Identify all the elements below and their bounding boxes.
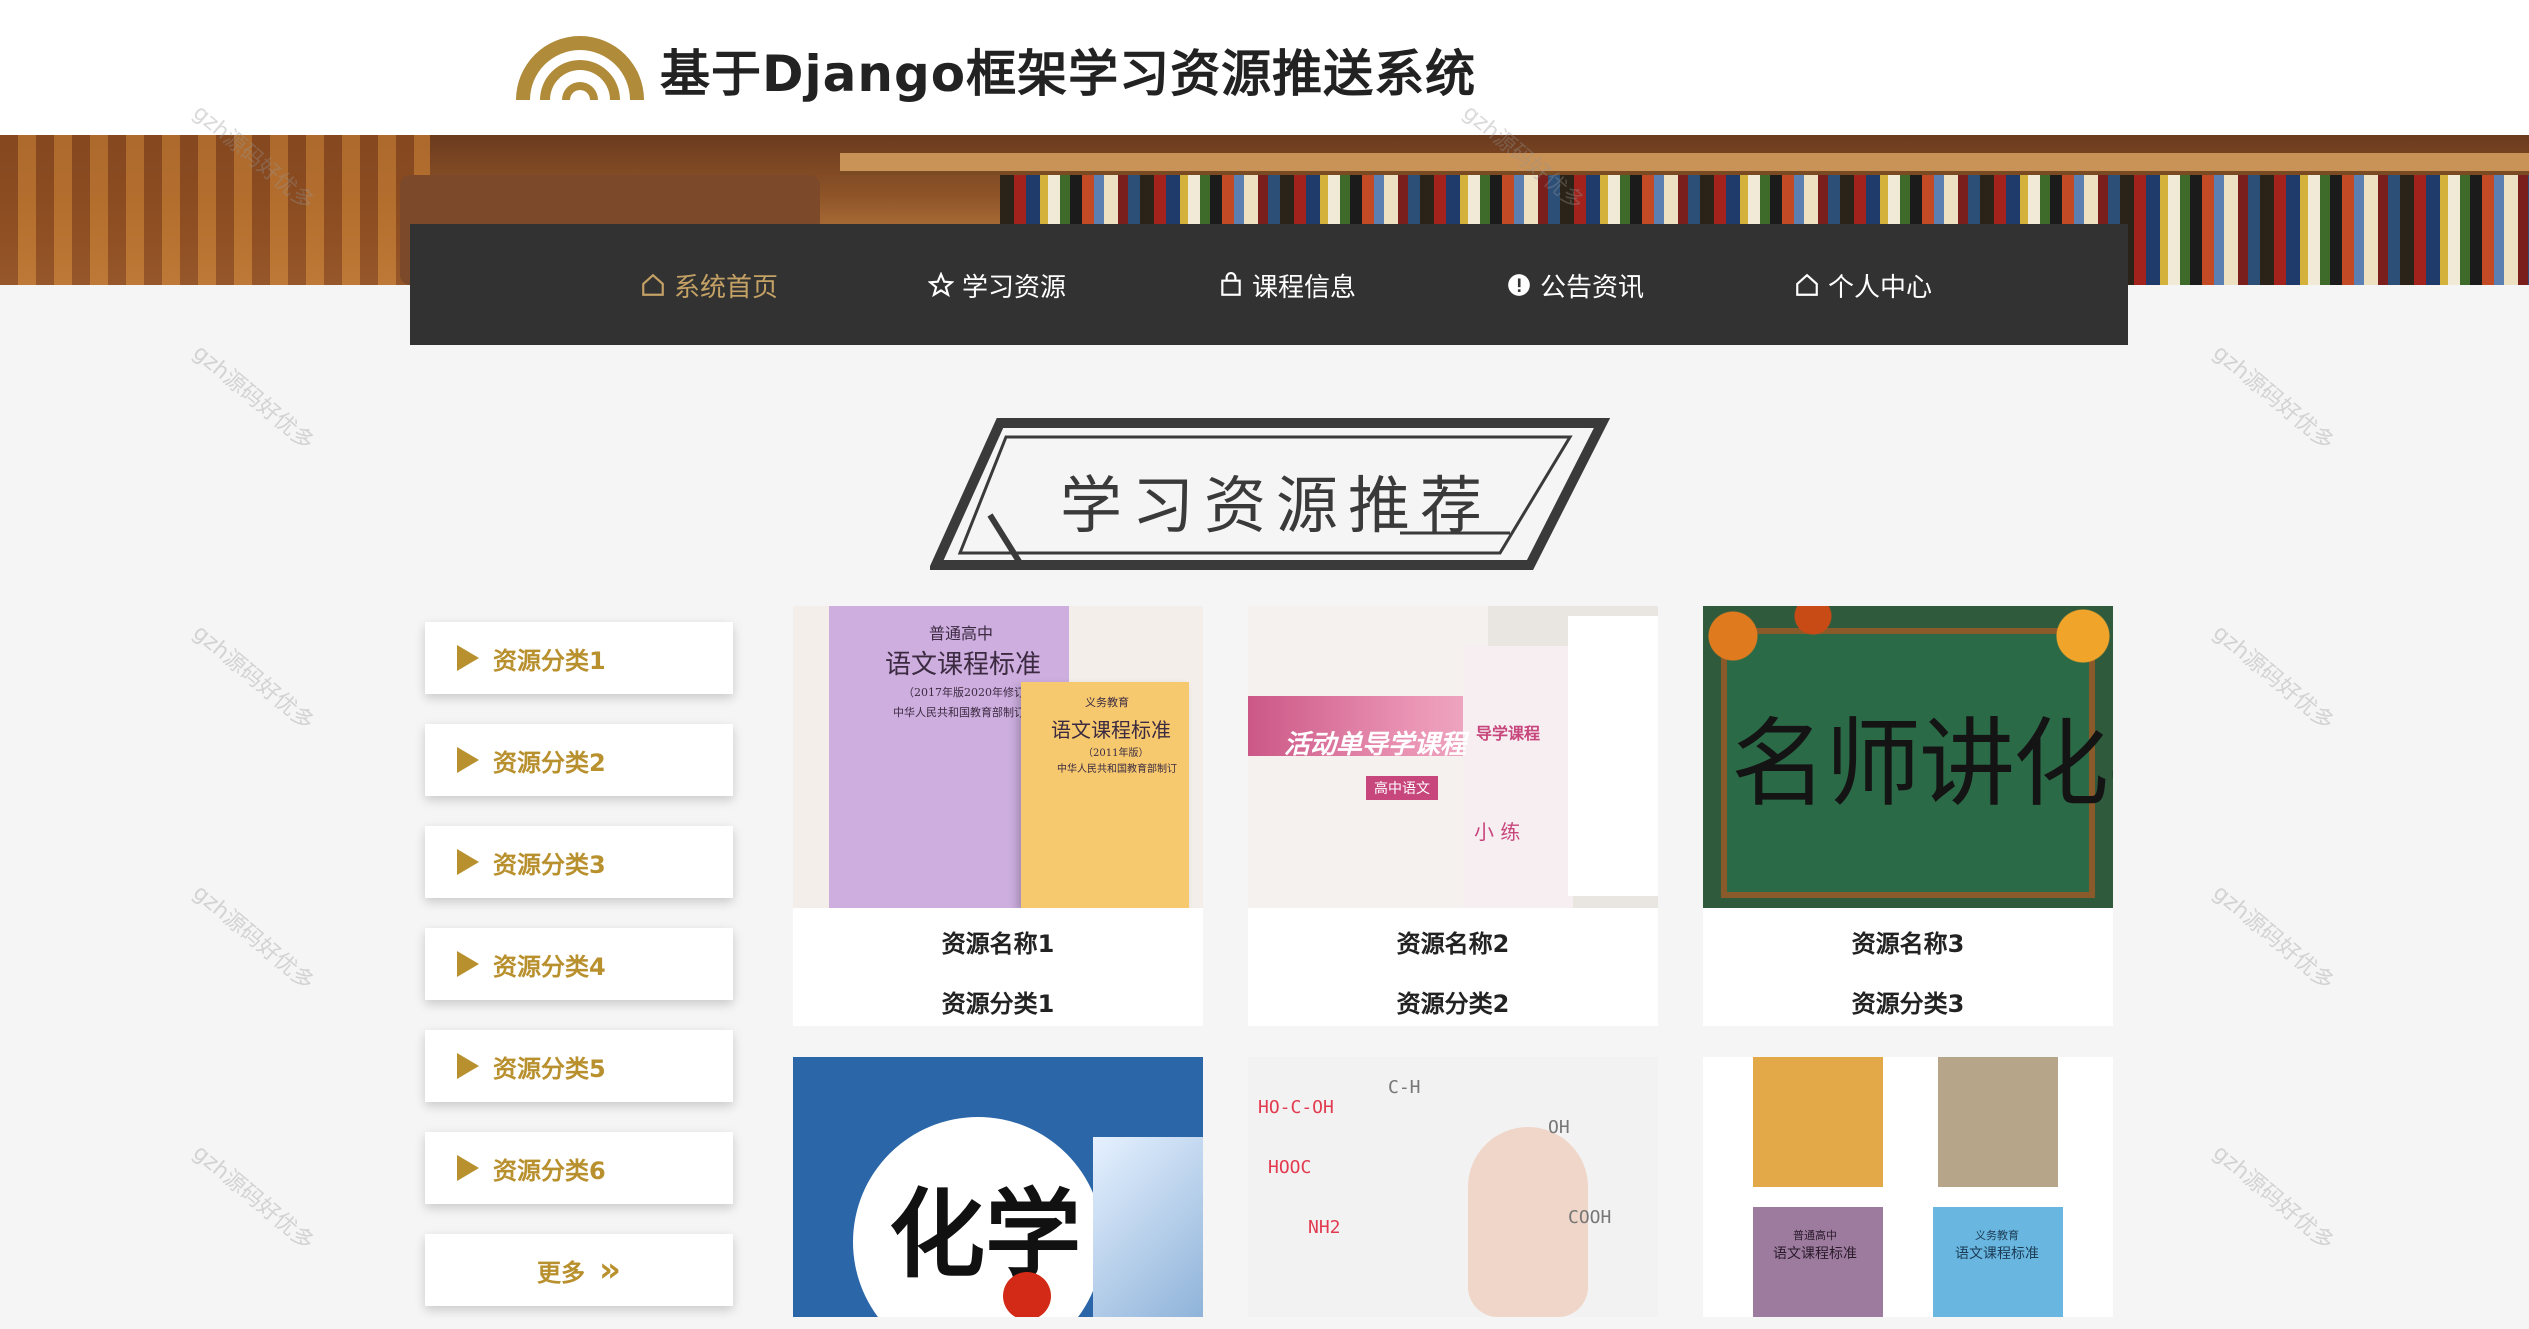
resource-card-1[interactable]: 普通高中 语文课程标准 （2017年版2020年修订） 中华人民共和国教育部制订… xyxy=(793,606,1203,1026)
document-page-image xyxy=(1568,616,1658,896)
banner-shelf xyxy=(840,153,2529,171)
banner-chair-image xyxy=(0,135,430,285)
book-text: 活动单导学课程 xyxy=(1284,730,1467,760)
watermark-text: gzh源码好优多 xyxy=(187,340,319,456)
book-text: 义务教育 xyxy=(1975,1229,2019,1242)
nav-item-news[interactable]: 公告资讯 xyxy=(1506,266,1644,304)
resource-card-5[interactable]: HO-C-OH C-H HOOC OH NH2 COOH xyxy=(1248,1057,1658,1317)
chalkboard-text: 名师讲化学 xyxy=(1731,708,2113,820)
watermark-text: gzh源码好优多 xyxy=(2207,880,2339,996)
top-header: 基于Django框架学习资源推送系统 xyxy=(0,0,2529,135)
double-chevron-right-icon: » xyxy=(599,1250,621,1290)
nav-item-label: 公告资讯 xyxy=(1540,272,1645,303)
book-text: （2011年版） xyxy=(1083,748,1149,759)
book-text: 导学课程 xyxy=(1476,724,1541,743)
book-text: 语文课程标准 xyxy=(1773,1246,1857,1262)
formula-text: HOOC xyxy=(1268,1157,1312,1178)
triangle-right-icon xyxy=(457,645,479,671)
red-ball-image xyxy=(1003,1272,1051,1317)
triangle-right-icon xyxy=(457,747,479,773)
book-text: 义务教育 xyxy=(1085,696,1129,709)
sidebar-item-category-3[interactable]: 资源分类3 xyxy=(425,826,733,898)
resource-category: 资源分类1 xyxy=(941,990,1055,1018)
sidebar-item-category-6[interactable]: 资源分类6 xyxy=(425,1132,733,1204)
nav-item-profile[interactable]: 个人中心 xyxy=(1794,266,1932,304)
sidebar-item-category-4[interactable]: 资源分类4 xyxy=(425,928,733,1000)
watermark-text: gzh源码好优多 xyxy=(2207,1140,2339,1256)
logo-icon xyxy=(516,36,644,100)
sidebar-item-category-2[interactable]: 资源分类2 xyxy=(425,724,733,796)
resource-category: 资源分类3 xyxy=(1851,990,1965,1018)
book-cover-image xyxy=(1753,1057,1883,1187)
nav-item-label: 系统首页 xyxy=(674,272,779,303)
book-text: 语文课程标准 xyxy=(1955,1246,2039,1262)
alert-circle-icon xyxy=(1506,272,1532,298)
resource-name: 资源名称1 xyxy=(941,930,1055,958)
book-text: 语文课程标准 xyxy=(885,650,1042,680)
ice-image xyxy=(1093,1137,1203,1317)
home-icon xyxy=(640,272,666,298)
formula-text: NH2 xyxy=(1308,1217,1341,1238)
resource-card-4[interactable]: 化学 xyxy=(793,1057,1203,1317)
sidebar-item-label: 资源分类5 xyxy=(493,1054,606,1083)
watermark-text: gzh源码好优多 xyxy=(2207,620,2339,736)
triangle-right-icon xyxy=(457,1053,479,1079)
resource-card-3[interactable]: 名师讲化学 资源名称3 资源分类3 xyxy=(1703,606,2113,1026)
watermark-text: gzh源码好优多 xyxy=(187,880,319,996)
book-text: 中华人民共和国教育部制订 xyxy=(1057,764,1177,775)
formula-text: C-H xyxy=(1388,1077,1421,1098)
book-text: 语文课程标准 xyxy=(1051,718,1171,742)
sidebar-item-label: 资源分类4 xyxy=(493,952,606,981)
sidebar-item-label: 资源分类3 xyxy=(493,850,606,879)
resource-card-2[interactable]: 活动单导学课程 高中语文 导学课程 小 练 资源名称2 资源分类2 xyxy=(1248,606,1658,1026)
triangle-right-icon xyxy=(457,951,479,977)
book-text: 小 练 xyxy=(1474,820,1521,844)
book-text: 普通高中 xyxy=(1793,1229,1837,1242)
nav-item-label: 个人中心 xyxy=(1828,272,1933,303)
nav-item-label: 课程信息 xyxy=(1252,272,1357,303)
star-icon xyxy=(927,271,955,298)
cover-text: 化学 xyxy=(889,1178,1081,1291)
nav-item-label: 学习资源 xyxy=(962,272,1067,303)
book-text: 中华人民共和国教育部制订 xyxy=(893,706,1025,719)
formula-text: OH xyxy=(1548,1117,1570,1138)
resource-name: 资源名称2 xyxy=(1396,930,1510,958)
sidebar-item-label: 资源分类1 xyxy=(493,646,606,675)
more-label: 更多 xyxy=(537,1258,586,1287)
sidebar-item-label: 资源分类6 xyxy=(493,1156,606,1185)
main-nav: 系统首页 学习资源 课程信息 公告资讯 个人中心 xyxy=(410,224,2128,345)
site-title: 基于Django框架学习资源推送系统 xyxy=(660,45,1477,103)
resource-thumbnail: 普通高中 语文课程标准 （2017年版2020年修订） 中华人民共和国教育部制订… xyxy=(793,606,1203,908)
watermark-text: gzh源码好优多 xyxy=(2207,340,2339,456)
triangle-right-icon xyxy=(457,1155,479,1181)
autumn-leaves-image xyxy=(1703,606,2113,666)
resource-thumbnail: 活动单导学课程 高中语文 导学课程 小 练 xyxy=(1248,606,1658,908)
sidebar-item-label: 资源分类2 xyxy=(493,748,606,777)
triangle-right-icon xyxy=(457,849,479,875)
book-cover-image xyxy=(1938,1057,2058,1187)
sidebar-item-category-5[interactable]: 资源分类5 xyxy=(425,1030,733,1102)
resource-category: 资源分类2 xyxy=(1396,990,1510,1018)
sidebar-item-category-1[interactable]: 资源分类1 xyxy=(425,622,733,694)
formula-text: HO-C-OH xyxy=(1258,1097,1334,1118)
sidebar-more-button[interactable]: 更多 » xyxy=(425,1234,733,1306)
watermark-text: gzh源码好优多 xyxy=(187,1140,319,1256)
book-cover-image xyxy=(1463,646,1573,908)
book-text: （2017年版2020年修订） xyxy=(903,686,1036,699)
watermark-text: gzh源码好优多 xyxy=(187,620,319,736)
nav-item-courses[interactable]: 课程信息 xyxy=(1218,266,1356,304)
nav-item-home[interactable]: 系统首页 xyxy=(640,266,778,304)
section-title: 学习资源推荐 xyxy=(1060,469,1493,542)
bag-icon xyxy=(1218,272,1244,298)
book-text: 高中语文 xyxy=(1366,776,1438,800)
resource-name: 资源名称3 xyxy=(1851,930,1965,958)
resource-thumbnail: 名师讲化学 xyxy=(1703,606,2113,908)
formula-text: COOH xyxy=(1568,1207,1612,1228)
home-icon xyxy=(1794,272,1820,298)
nav-item-resources[interactable]: 学习资源 xyxy=(927,266,1067,304)
book-text: 普通高中 xyxy=(929,624,994,643)
resource-card-6[interactable]: 普通高中 语文课程标准 义务教育 语文课程标准 xyxy=(1703,1057,2113,1317)
